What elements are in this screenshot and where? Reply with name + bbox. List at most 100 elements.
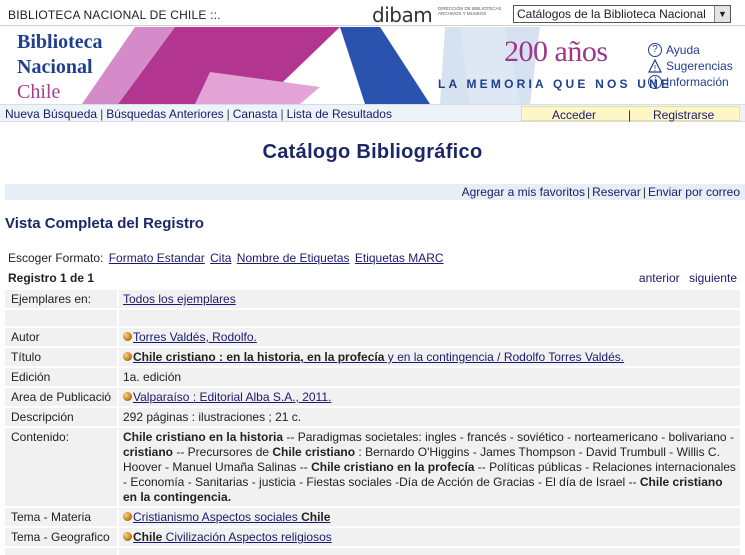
banner-title-line3: Chile [17, 81, 61, 103]
record-row-edicion: Edición 1a. edición [5, 368, 740, 386]
dibam-subtitle: DIRECCIÓN DE BIBLIOTECAS ARCHIVOS Y MUSE… [438, 6, 502, 16]
record-row-descripcion: Descripción 292 páginas : ilustraciones … [5, 408, 740, 426]
record-row-blank [5, 548, 740, 555]
record-row-autor: Autor Torres Valdés, Rodolfo. [5, 328, 740, 346]
field-value: Chile cristiano : en la historia, en la … [119, 348, 740, 366]
send-email-link[interactable]: Enviar por correo [648, 185, 740, 199]
field-value: Valparaíso : Editorial Alba S.A., 2011. [119, 388, 740, 406]
tema-geo-bold: Chile [133, 530, 163, 544]
format-etiquetas-link[interactable]: Nombre de Etiquetas [237, 251, 350, 265]
format-label: Escoger Formato: [8, 251, 104, 265]
contenido-part: -- Paradigmas societales: ingles - franc… [283, 430, 734, 444]
format-chooser: Escoger Formato: Formato Estandar Cita N… [8, 251, 444, 265]
site-name: BIBLIOTECA NACIONAL DE CHILE ::. [8, 8, 221, 22]
warning-icon: ! [648, 59, 662, 73]
bullet-icon [123, 512, 132, 521]
reserve-link[interactable]: Reservar [592, 185, 641, 199]
bullet-icon [123, 352, 132, 361]
autor-link[interactable]: Torres Valdés, Rodolfo. [133, 330, 257, 344]
acceder-link[interactable]: Acceder [552, 108, 596, 122]
field-label: Título [5, 348, 117, 366]
field-label: Ejemplares en: [5, 290, 117, 308]
tema-materia-plain: Cristianismo Aspectos sociales [133, 510, 302, 524]
record-row-blank [5, 310, 740, 326]
field-label: Area de Publicació [5, 388, 117, 406]
record-row-area: Area de Publicació Valparaíso : Editoria… [5, 388, 740, 406]
banner: Biblioteca Nacional Chile 200 años LA ME… [0, 27, 745, 104]
record-count: Registro 1 de 1 [8, 271, 95, 285]
contenido-part: Chile cristiano [272, 445, 356, 459]
prev-link[interactable]: anterior [639, 271, 680, 285]
field-value: 1a. edición [119, 368, 740, 386]
format-standard-link[interactable]: Formato Estandar [109, 251, 205, 265]
banner-title[interactable]: Biblioteca Nacional Chile [17, 30, 103, 104]
info-icon: i [648, 75, 662, 89]
field-label: Descripción [5, 408, 117, 426]
field-value: Cristianismo Aspectos sociales Chile [119, 508, 740, 526]
field-value: 292 páginas : ilustraciones ; 21 c. [119, 408, 740, 426]
top-header: BIBLIOTECA NACIONAL DE CHILE ::. dibam D… [0, 0, 745, 27]
record-row-contenido: Contenido: Chile cristiano en la histori… [5, 428, 740, 506]
ejemplares-link[interactable]: Todos los ejemplares [123, 292, 236, 306]
record-row-titulo: Título Chile cristiano : en la historia,… [5, 348, 740, 366]
help-link-sugerencias[interactable]: ! Sugerencias [648, 58, 733, 74]
titulo-bold: Chile cristiano : en la historia, en la … [133, 350, 385, 364]
help-label: Ayuda [666, 43, 700, 57]
account-separator: | [628, 108, 632, 122]
titulo-rest: y en la contingencia / Rodolfo Torres Va… [384, 350, 625, 364]
anniversary-logo: 200 años [504, 35, 608, 68]
dibam-logo[interactable]: dibam [372, 3, 433, 27]
record-row-ejemplares: Ejemplares en: Todos los ejemplares [5, 290, 740, 308]
field-value: Todos los ejemplares [119, 290, 740, 308]
actions-bar: Agregar a mis favoritos | Reservar | Enviar … [5, 184, 745, 200]
bullet-icon [123, 532, 132, 541]
help-label: Sugerencias [666, 59, 733, 73]
field-label: Tema - Materia [5, 508, 117, 526]
field-label: Tema - Geografico [5, 528, 117, 546]
nav-link-lista-resultados[interactable]: Lista de Resultados [287, 107, 392, 121]
help-links: ? Ayuda ! Sugerencias i Información [648, 42, 733, 90]
banner-title-line1: Biblioteca [17, 31, 103, 53]
help-link-informacion[interactable]: i Información [648, 74, 733, 90]
chevron-down-icon[interactable]: ▼ [714, 6, 730, 22]
page-title: Catálogo Bibliográfico [262, 141, 483, 163]
contenido-part: Chile cristiano en la historia [123, 430, 284, 444]
field-value: Chile Civilización Aspectos religiosos [119, 528, 740, 546]
bullet-icon [123, 392, 132, 401]
contenido-part: -- Precursores de [173, 445, 273, 459]
nav-link-busquedas-anteriores[interactable]: Búsquedas Anteriores [106, 107, 223, 121]
section-title: Vista Completa del Registro [5, 215, 204, 232]
record-pager: anterior siguiente [633, 271, 737, 285]
banner-graphic [82, 27, 540, 104]
field-label: Autor [5, 328, 117, 346]
nav-link-canasta[interactable]: Canasta [233, 107, 278, 121]
nav-bar: Nueva Búsqueda | Búsquedas Anteriores | Cana… [0, 104, 745, 122]
next-link[interactable]: siguiente [689, 271, 737, 285]
nav-link-nueva-busqueda[interactable]: Nueva Búsqueda [5, 107, 97, 121]
question-icon: ? [648, 43, 662, 57]
area-link[interactable]: Valparaíso : Editorial Alba S.A., 2011. [133, 390, 331, 404]
field-label: Edición [5, 368, 117, 386]
banner-title-line2: Nacional [17, 56, 93, 78]
contenido-part: cristiano [123, 445, 174, 459]
titulo-link[interactable]: Chile cristiano : en la historia, en la … [133, 350, 624, 364]
account-box: Acceder | Registrarse [521, 106, 740, 122]
contenido-part: Chile cristiano en la profecía [311, 460, 475, 474]
format-marc-link[interactable]: Etiquetas MARC [355, 251, 444, 265]
add-favorites-link[interactable]: Agregar a mis favoritos [462, 185, 585, 199]
banner-slogan: LA MEMORIA QUE NOS UNE [438, 77, 673, 91]
catalog-select[interactable]: Catálogos de la Biblioteca Nacional ▼ [513, 5, 731, 23]
tema-materia-bold: Chile [301, 510, 331, 524]
tema-materia-link[interactable]: Cristianismo Aspectos sociales Chile [133, 510, 330, 524]
banner-blue-shape [340, 27, 430, 104]
format-cita-link[interactable]: Cita [210, 251, 231, 265]
nav-links: Nueva Búsqueda | Búsquedas Anteriores | Cana… [5, 107, 392, 121]
registrarse-link[interactable]: Registrarse [653, 108, 714, 122]
bullet-icon [123, 332, 132, 341]
field-value: Chile cristiano en la historia -- Paradi… [119, 428, 740, 506]
field-label: Contenido: [5, 428, 117, 506]
catalog-select-value: Catálogos de la Biblioteca Nacional [517, 7, 706, 21]
field-value: Torres Valdés, Rodolfo. [119, 328, 740, 346]
tema-geografico-link[interactable]: Chile Civilización Aspectos religiosos [133, 530, 332, 544]
help-link-ayuda[interactable]: ? Ayuda [648, 42, 733, 58]
